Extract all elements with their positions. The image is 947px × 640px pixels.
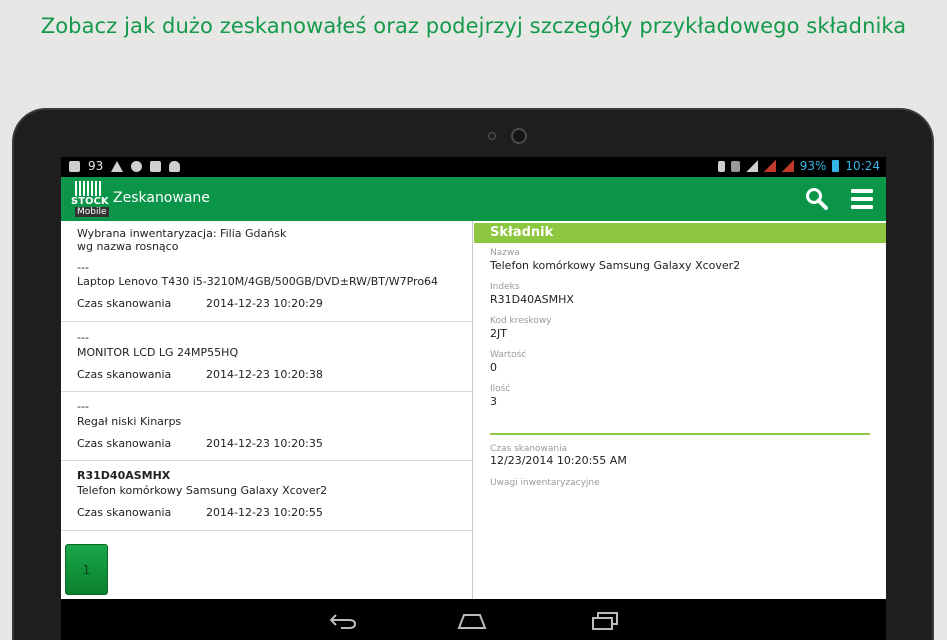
notification-count: 93	[88, 159, 104, 173]
item-name: Regał niski Kinarps	[77, 415, 182, 428]
detail-header: Składnik	[474, 223, 886, 243]
app-logo[interactable]: ‹ STOCK Mobile	[69, 181, 109, 217]
content-area: Wybrana inwentaryzacja: Filia Gdańsk wg …	[61, 221, 886, 599]
item-code: R31D40ASMHX	[77, 469, 171, 482]
mute-icon	[730, 160, 740, 172]
divider	[490, 433, 870, 435]
list-header: Wybrana inwentaryzacja: Filia Gdańsk wg …	[61, 221, 473, 322]
item-code: ---	[77, 400, 89, 413]
android-icon	[169, 160, 181, 172]
home-icon	[457, 614, 487, 629]
field-label-barcode: Kod kreskowy	[490, 316, 552, 326]
recent-apps-button[interactable]	[591, 611, 619, 631]
item-name: Laptop Lenovo T430 i5-3210M/4GB/500GB/DV…	[77, 275, 439, 288]
item-code: ---	[77, 261, 89, 274]
warning-icon	[111, 160, 124, 172]
battery-percent: 93%	[799, 159, 827, 173]
scan-time-value: 2014-12-23 10:20:35	[206, 437, 323, 450]
camera-icon	[511, 128, 527, 144]
detail-pane: Składnik Nazwa Telefon komórkowy Samsung…	[474, 221, 886, 599]
sensor-icon	[488, 132, 496, 140]
scan-time-label: Czas skanowania	[77, 297, 172, 310]
sync-icon	[131, 160, 143, 172]
item-name: Telefon komórkowy Samsung Galaxy Xcover2	[77, 484, 328, 497]
field-value-quantity: 3	[490, 395, 497, 408]
field-value-index: R31D40ASMHX	[490, 293, 574, 306]
item-code: ---	[77, 331, 89, 344]
wifi-icon	[745, 160, 758, 172]
field-value-barcode: 2JT	[490, 327, 507, 340]
inventory-name: Wybrana inwentaryzacja: Filia Gdańsk	[77, 227, 287, 240]
signal-2-icon	[781, 160, 794, 172]
page-button[interactable]: 1	[65, 544, 108, 595]
signal-icon	[763, 160, 776, 172]
menu-button[interactable]	[851, 189, 873, 209]
device-screen: 93 93% 10:24 ‹ STOCK Mobile Zeskanowane	[61, 157, 886, 640]
recent-apps-icon	[592, 612, 618, 630]
logo-text-mobile: Mobile	[75, 207, 109, 217]
scan-time-label: Czas skanowania	[77, 506, 172, 519]
field-label-notes: Uwagi inwentaryzacyjne	[490, 478, 600, 488]
field-label-value: Wartość	[490, 350, 527, 360]
status-bar: 93 93% 10:24	[61, 157, 886, 177]
scan-time-label: Czas skanowania	[77, 437, 172, 450]
search-icon	[806, 188, 828, 210]
headline: Zobacz jak dużo zeskanowałeś oraz podejr…	[40, 14, 907, 38]
scanned-list[interactable]: Wybrana inwentaryzacja: Filia Gdańsk wg …	[61, 221, 473, 599]
field-value-name: Telefon komórkowy Samsung Galaxy Xcover2	[490, 259, 741, 272]
media-icon	[150, 160, 162, 172]
scan-time-value: 2014-12-23 10:20:29	[206, 297, 323, 310]
home-button[interactable]	[457, 613, 487, 629]
field-label-name: Nazwa	[490, 248, 520, 258]
status-notifications: 93	[69, 159, 181, 173]
list-item-selected[interactable]: R31D40ASMHX Telefon komórkowy Samsung Ga…	[61, 461, 473, 531]
scan-time-label: Czas skanowania	[77, 368, 172, 381]
list-item[interactable]: --- MONITOR LCD LG 24MP55HQ Czas skanowa…	[61, 322, 473, 392]
back-button[interactable]	[329, 613, 357, 629]
navigation-bar	[61, 599, 886, 640]
field-value-scan-time: 12/23/2014 10:20:55 AM	[490, 454, 627, 467]
field-label-index: Indeks	[490, 282, 520, 292]
field-label-scan-time: Czas skanowania	[490, 444, 568, 454]
item-name: MONITOR LCD LG 24MP55HQ	[77, 346, 239, 359]
clock: 10:24	[845, 159, 880, 173]
screen-title: Zeskanowane	[113, 190, 210, 206]
status-system: 93% 10:24	[717, 159, 880, 173]
barcode-icon	[75, 181, 103, 196]
sort-order: wg nazwa rosnąco	[77, 240, 179, 253]
search-button[interactable]	[805, 187, 829, 211]
scan-time-value: 2014-12-23 10:20:38	[206, 368, 323, 381]
menu-icon	[851, 189, 873, 209]
action-bar: ‹ STOCK Mobile Zeskanowane	[61, 177, 886, 221]
list-item[interactable]: --- Regał niski Kinarps Czas skanowania …	[61, 392, 473, 461]
battery-icon	[832, 160, 840, 172]
field-value-value: 0	[490, 361, 497, 374]
field-label-quantity: Ilość	[490, 384, 511, 394]
detail-title: Składnik	[490, 225, 554, 240]
bluetooth-icon	[717, 160, 725, 172]
image-notification-icon	[69, 160, 80, 172]
scan-time-value: 2014-12-23 10:20:55	[206, 506, 323, 519]
logo-text-stock: STOCK	[71, 196, 109, 207]
back-icon	[329, 614, 357, 629]
